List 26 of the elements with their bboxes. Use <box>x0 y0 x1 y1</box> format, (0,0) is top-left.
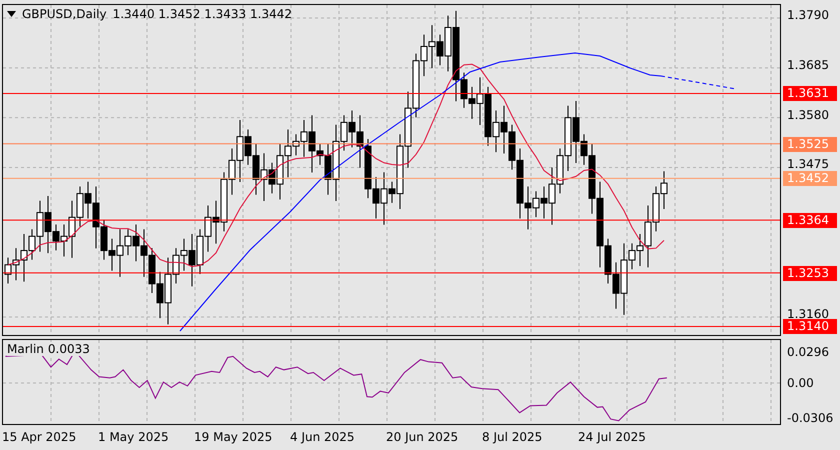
indicator-name: Marlin <box>7 342 44 356</box>
indicator-value: 0.0033 <box>48 342 90 356</box>
date-tick: 4 Jun 2025 <box>290 430 355 444</box>
date-tick: 15 Apr 2025 <box>2 430 76 444</box>
indicator-tick: 0.00 <box>787 376 814 390</box>
price-tick: 1.3160 <box>787 306 829 321</box>
ohlc-values: 1.3440 1.3452 1.3433 1.3442 <box>112 7 292 21</box>
price-level-label: 1.3525 <box>783 136 837 152</box>
price-tick: 1.3790 <box>787 8 829 22</box>
date-tick: 8 Jul 2025 <box>482 430 542 444</box>
price-level-label: 1.3140 <box>783 319 837 334</box>
indicator-tick: -0.0306 <box>787 411 834 425</box>
price-level-label: 1.3631 <box>783 86 837 102</box>
price-tick: 1.3685 <box>787 58 829 72</box>
price-tick: 1.3580 <box>787 108 829 122</box>
date-tick: 1 May 2025 <box>98 430 169 444</box>
price-level-label: 1.3253 <box>783 266 837 281</box>
date-tick: 19 May 2025 <box>194 430 272 444</box>
price-level-label: 1.3452 <box>783 171 837 186</box>
price-level-label: 1.3364 <box>783 213 837 228</box>
symbol-title: GBPUSD,Daily <box>22 7 107 21</box>
date-tick: 20 Jun 2025 <box>386 430 458 444</box>
collapse-triangle-icon[interactable] <box>7 11 16 17</box>
price-tick: 1.3475 <box>787 157 829 172</box>
date-tick: 24 Jul 2025 <box>578 430 646 444</box>
indicator-tick: 0.0296 <box>787 345 829 359</box>
